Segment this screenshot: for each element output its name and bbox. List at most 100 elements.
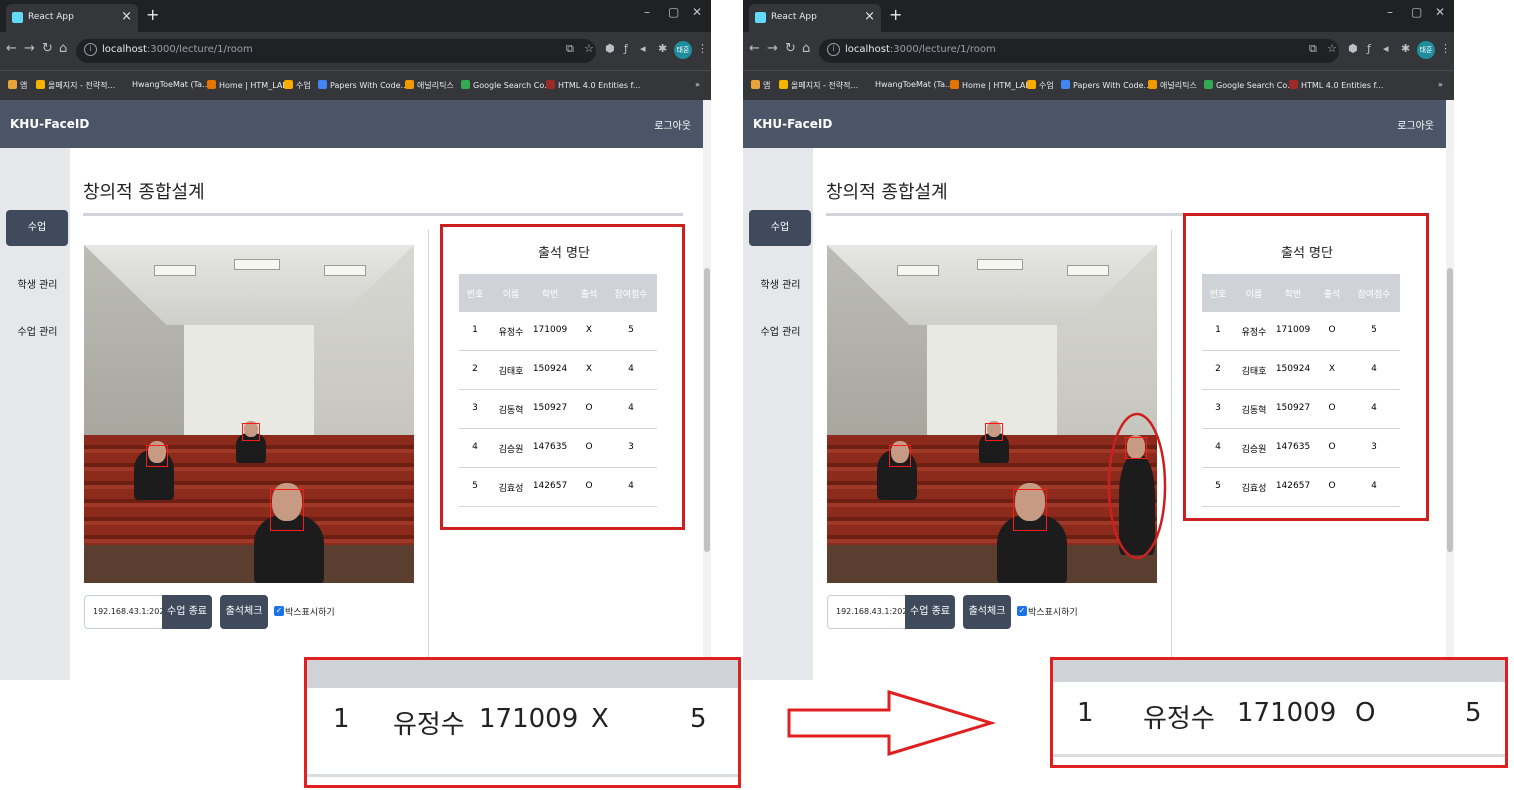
minimize-icon[interactable]: – <box>1387 5 1393 19</box>
scrollbar-thumb[interactable] <box>704 268 710 552</box>
bookmark-item[interactable]: Google Search Co... <box>461 80 552 90</box>
extension-icon[interactable]: ◂ <box>640 42 646 55</box>
bookmark-item[interactable]: 올페지지 - 전략적... <box>779 80 858 91</box>
show-box-label: 박스표시하기 <box>1028 608 1078 618</box>
logout-button[interactable]: 로그아웃 <box>654 117 691 132</box>
zoom-cell: 5 <box>690 704 707 734</box>
close-window-icon[interactable]: ✕ <box>692 5 702 19</box>
brand-logo[interactable]: KHU-FaceID <box>10 117 89 131</box>
bookmarks-more[interactable]: » <box>695 80 700 89</box>
zoom-attendance-cell: X <box>591 704 609 734</box>
zoom-before-row: 1 유정수 171009 X 5 <box>304 657 741 788</box>
bookmarks-bar: 앱 올페지지 - 전략적... HwangToeMat (Ta... Home … <box>743 70 1454 101</box>
browser-tabstrip: React App × + – ▢ ✕ <box>743 0 1454 32</box>
close-window-icon[interactable]: ✕ <box>1435 5 1445 19</box>
extension-icon[interactable]: ⬢ <box>1348 42 1358 55</box>
zoom-cell: 171009 <box>479 704 579 734</box>
new-student-highlight-ellipse <box>1107 412 1167 560</box>
scrollbar-thumb[interactable] <box>1447 268 1453 552</box>
bookmark-item[interactable]: HTML 4.0 Entities f... <box>1289 80 1383 90</box>
bookmark-item[interactable]: HwangToeMat (Ta... <box>875 80 953 89</box>
browser-tab[interactable]: React App × <box>749 4 881 32</box>
site-info-icon[interactable]: i <box>84 43 97 56</box>
puzzle-icon[interactable]: ✱ <box>658 42 667 55</box>
sidebar-item-class[interactable]: 수업 <box>749 210 811 246</box>
page-title: 창의적 종합설계 <box>83 182 205 203</box>
sidebar-item-student-management[interactable]: 학생 관리 <box>0 276 75 291</box>
bookmark-item[interactable]: HTML 4.0 Entities f... <box>546 80 640 90</box>
address-bar[interactable]: i localhost:3000/lecture/1/room <box>819 39 1339 63</box>
end-class-button[interactable]: 수업 종료 <box>905 595 955 629</box>
ip-address-input[interactable]: 192.168.43.1:2020 <box>84 595 170 629</box>
home-icon[interactable]: ⌂ <box>59 41 67 56</box>
extension-icon[interactable]: ƒ <box>624 42 628 55</box>
forward-icon[interactable]: → <box>767 41 778 56</box>
menu-dots-icon[interactable]: ⋮ <box>697 42 708 55</box>
bookmark-item[interactable]: Papers With Code... <box>318 80 408 90</box>
bookmark-item[interactable]: Google Search Co... <box>1204 80 1295 90</box>
bookmark-item[interactable]: 앱 <box>8 80 27 91</box>
close-tab-icon[interactable]: × <box>121 9 132 24</box>
address-bar[interactable]: i localhost:3000/lecture/1/room <box>76 39 596 63</box>
translate-icon[interactable]: ⧉ <box>1309 42 1317 56</box>
app-header: KHU-FaceID 로그아웃 <box>743 100 1446 148</box>
bookmark-item[interactable]: 애널리틱스 <box>1148 80 1197 91</box>
zoom-cell: 1 <box>333 704 350 734</box>
new-tab-icon[interactable]: + <box>889 5 902 24</box>
sidebar-item-class[interactable]: 수업 <box>6 210 68 246</box>
restore-icon[interactable]: ▢ <box>668 5 679 19</box>
sidebar-item-class-management[interactable]: 수업 관리 <box>743 323 818 338</box>
bookmark-item[interactable]: HwangToeMat (Ta... <box>132 80 210 89</box>
end-class-button[interactable]: 수업 종료 <box>162 595 212 629</box>
browser-tab[interactable]: React App × <box>6 4 138 32</box>
bookmark-star-icon[interactable]: ☆ <box>584 42 594 55</box>
bookmark-item[interactable]: 수업 <box>1027 80 1054 91</box>
close-tab-icon[interactable]: × <box>864 9 875 24</box>
bookmark-item[interactable]: 앱 <box>751 80 770 91</box>
profile-avatar[interactable]: 태훈 <box>1417 41 1435 59</box>
forward-icon[interactable]: → <box>24 41 35 56</box>
sidebar-item-class-management[interactable]: 수업 관리 <box>0 323 75 338</box>
bookmark-item[interactable]: 올페지지 - 전략적... <box>36 80 115 91</box>
bookmark-item[interactable]: Papers With Code... <box>1061 80 1151 90</box>
extension-icon[interactable]: ƒ <box>1367 42 1371 55</box>
bookmark-star-icon[interactable]: ☆ <box>1327 42 1337 55</box>
url-path: :3000/lecture/1/room <box>889 44 996 55</box>
show-box-checkbox[interactable]: ✓ <box>1017 606 1027 616</box>
ip-address-input[interactable]: 192.168.43.1:2020 <box>827 595 913 629</box>
page-scrollbar[interactable] <box>703 100 711 680</box>
back-icon[interactable]: ← <box>6 41 17 56</box>
column-divider <box>1171 230 1172 660</box>
menu-dots-icon[interactable]: ⋮ <box>1440 42 1451 55</box>
extension-icon[interactable]: ⬢ <box>605 42 615 55</box>
puzzle-icon[interactable]: ✱ <box>1401 42 1410 55</box>
reload-icon[interactable]: ↻ <box>42 41 53 56</box>
attendance-check-button[interactable]: 출석체크 <box>963 595 1011 629</box>
camera-controls: 192.168.43.1:2020 수업 종료 출석체크 ✓ 박스표시하기 <box>813 595 1171 635</box>
restore-icon[interactable]: ▢ <box>1411 5 1422 19</box>
back-icon[interactable]: ← <box>749 41 760 56</box>
home-icon[interactable]: ⌂ <box>802 41 810 56</box>
attendance-check-button[interactable]: 출석체크 <box>220 595 268 629</box>
logout-button[interactable]: 로그아웃 <box>1397 117 1434 132</box>
bookmark-item[interactable]: 수업 <box>284 80 311 91</box>
new-tab-icon[interactable]: + <box>146 5 159 24</box>
column-divider <box>428 230 429 660</box>
show-box-checkbox[interactable]: ✓ <box>274 606 284 616</box>
extension-icon[interactable]: ◂ <box>1383 42 1389 55</box>
minimize-icon[interactable]: – <box>644 5 650 19</box>
translate-icon[interactable]: ⧉ <box>566 42 574 56</box>
zoom-cell: 유정수 <box>393 710 465 740</box>
bookmark-item[interactable]: Home | HTM_LAB <box>207 80 288 90</box>
bookmarks-more[interactable]: » <box>1438 80 1443 89</box>
url-host: localhost <box>845 44 890 55</box>
sidebar-item-student-management[interactable]: 학생 관리 <box>743 276 818 291</box>
reload-icon[interactable]: ↻ <box>785 41 796 56</box>
bookmark-item[interactable]: Home | HTM_LAB <box>950 80 1031 90</box>
brand-logo[interactable]: KHU-FaceID <box>753 117 832 131</box>
zoom-cell: 5 <box>1465 698 1482 728</box>
page-scrollbar[interactable] <box>1446 100 1454 680</box>
profile-avatar[interactable]: 태훈 <box>674 41 692 59</box>
bookmark-item[interactable]: 애널리틱스 <box>405 80 454 91</box>
site-info-icon[interactable]: i <box>827 43 840 56</box>
